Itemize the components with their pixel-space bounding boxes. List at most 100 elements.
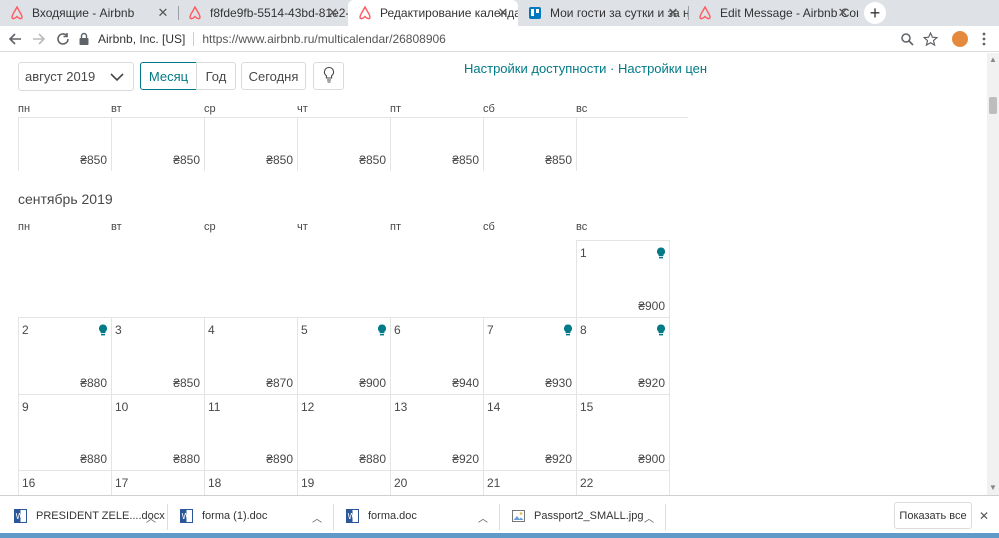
calendar-day-cell[interactable]: 22: [576, 470, 670, 495]
download-item[interactable]: W PRESIDENT ZELE....docx: [14, 496, 165, 536]
chevron-up-icon[interactable]: ︿: [477, 510, 489, 525]
scroll-down-arrow-icon[interactable]: ▼: [987, 483, 999, 493]
today-button[interactable]: Сегодня: [241, 62, 306, 90]
calendar-day-cell[interactable]: 16: [18, 470, 111, 495]
url-text: https://www.airbnb.ru/multicalendar/2680…: [202, 32, 446, 46]
calendar-day-cell[interactable]: 12 ₴880: [297, 394, 390, 470]
calendar-day-cell[interactable]: 10 ₴880: [111, 394, 204, 470]
chevron-up-icon[interactable]: ︿: [643, 510, 655, 525]
calendar-day-cell[interactable]: 20: [390, 470, 483, 495]
calendar-day-cell[interactable]: 3 ₴850: [111, 317, 204, 394]
download-item[interactable]: Passport2_SMALL.jpg: [512, 496, 643, 536]
address-bar[interactable]: Airbnb, Inc. [US] https://www.airbnb.ru/…: [78, 28, 948, 50]
word-doc-icon: W: [14, 509, 27, 523]
availability-settings-link[interactable]: Настройки доступности: [464, 61, 606, 76]
download-item[interactable]: W forma (1).doc: [180, 496, 267, 536]
price-tip-lightbulb-icon[interactable]: [563, 323, 573, 336]
day-number: 16: [22, 476, 36, 490]
day-number: 13: [394, 400, 408, 414]
back-arrow-icon[interactable]: [6, 30, 24, 48]
forward-arrow-icon[interactable]: [30, 30, 48, 48]
calendar-day-cell[interactable]: ₴850: [390, 117, 483, 171]
download-filename: Passport2_SMALL.jpg: [534, 510, 644, 522]
night-price: ₴880: [173, 452, 200, 466]
calendar-day-cell[interactable]: 13 ₴920: [390, 394, 483, 470]
price-tip-lightbulb-icon[interactable]: [98, 323, 108, 336]
calendar-day-cell[interactable]: 4 ₴870: [204, 317, 297, 394]
calendar-day-cell[interactable]: ₴850: [204, 117, 297, 171]
close-icon[interactable]: ✕: [979, 509, 989, 523]
month-select[interactable]: август 2019: [18, 62, 134, 91]
zoom-icon[interactable]: [899, 31, 915, 47]
calendar-day-cell[interactable]: 11 ₴890: [204, 394, 297, 470]
weekday-label: вт: [111, 103, 122, 115]
night-price: ₴850: [452, 153, 479, 167]
airbnb-icon: [10, 6, 24, 20]
tab-guests-trello[interactable]: Мои гости за сутки и за неделю ✕: [518, 0, 688, 26]
price-tip-lightbulb-icon[interactable]: [656, 323, 666, 336]
download-item[interactable]: W forma.doc: [346, 496, 417, 536]
multicalendar-page: август 2019 Месяц Год Сегодня Настройки …: [0, 53, 987, 495]
chevron-up-icon[interactable]: ︿: [145, 510, 157, 525]
tab-calendar-edit[interactable]: Редактирование календаря д ✕: [348, 0, 518, 26]
show-all-downloads-button[interactable]: Показать все: [894, 502, 972, 529]
scroll-up-arrow-icon[interactable]: ▲: [987, 55, 999, 65]
price-settings-link[interactable]: Настройки цен: [618, 61, 707, 76]
airbnb-icon: [358, 6, 372, 20]
close-icon[interactable]: ✕: [156, 6, 170, 20]
calendar-day-cell[interactable]: 17: [111, 470, 204, 495]
day-number: 1: [580, 246, 587, 260]
view-month-button[interactable]: Месяц: [140, 62, 197, 90]
weekday-label: пн: [18, 221, 31, 233]
page-scrollbar[interactable]: ▲ ▼: [987, 53, 999, 495]
address-divider: [193, 32, 195, 46]
star-icon[interactable]: [922, 31, 938, 47]
weekday-label: вс: [576, 221, 588, 233]
price-tip-lightbulb-icon[interactable]: [377, 323, 387, 336]
site-identity: Airbnb, Inc. [US]: [98, 32, 186, 46]
calendar-day-cell[interactable]: 19: [297, 470, 390, 495]
calendar-day-cell[interactable]: 9 ₴880: [18, 394, 111, 470]
scroll-thumb[interactable]: [989, 97, 997, 114]
calendar-day-cell[interactable]: 18: [204, 470, 297, 495]
grid-line: [576, 117, 577, 171]
weekday-label: ср: [204, 221, 216, 233]
tab-edit-message[interactable]: Edit Message - Airbnb Commun ✕: [688, 0, 858, 26]
calendar-day-cell[interactable]: 5 ₴900: [297, 317, 390, 394]
close-icon[interactable]: ✕: [666, 6, 680, 20]
day-number: 2: [22, 323, 29, 337]
price-tip-lightbulb-icon[interactable]: [656, 246, 666, 259]
calendar-day-cell[interactable]: ₴850: [483, 117, 576, 171]
calendar-day-cell[interactable]: 8 ₴920: [576, 317, 670, 394]
calendar-day-cell[interactable]: 15 ₴900: [576, 394, 670, 470]
chevron-up-icon[interactable]: ︿: [311, 510, 323, 525]
calendar-day-cell[interactable]: 1 ₴900: [576, 240, 670, 317]
calendar-day-cell[interactable]: 6 ₴940: [390, 317, 483, 394]
day-number: 10: [115, 400, 129, 414]
view-year-button[interactable]: Год: [196, 62, 236, 90]
close-icon[interactable]: ✕: [836, 6, 850, 20]
night-price: ₴870: [266, 376, 293, 390]
help-button[interactable]: [313, 62, 344, 90]
calendar-day-cell[interactable]: 21: [483, 470, 576, 495]
divider: [499, 504, 500, 530]
calendar-day-cell[interactable]: 14 ₴920: [483, 394, 576, 470]
profile-avatar[interactable]: [952, 31, 968, 47]
day-number: 5: [301, 323, 308, 337]
night-price: ₴880: [359, 452, 386, 466]
day-number: 14: [487, 400, 501, 414]
calendar-day-cell[interactable]: 2 ₴880: [18, 317, 111, 394]
close-icon[interactable]: ✕: [326, 6, 340, 20]
calendar-day-cell[interactable]: ₴850: [18, 117, 111, 171]
close-icon[interactable]: ✕: [496, 6, 510, 20]
night-price: ₴920: [452, 452, 479, 466]
menu-dots-icon[interactable]: [976, 31, 992, 47]
calendar-day-cell[interactable]: 7 ₴930: [483, 317, 576, 394]
tab-inbox[interactable]: Входящие - Airbnb ✕: [0, 0, 178, 26]
lock-icon: [78, 32, 92, 46]
tab-message-id[interactable]: f8fde9fb-5514-43bd-81e2-31bf ✕: [178, 0, 348, 26]
calendar-day-cell[interactable]: ₴850: [297, 117, 390, 171]
reload-icon[interactable]: [54, 30, 72, 48]
new-tab-button[interactable]: +: [864, 2, 886, 24]
calendar-day-cell[interactable]: ₴850: [111, 117, 204, 171]
